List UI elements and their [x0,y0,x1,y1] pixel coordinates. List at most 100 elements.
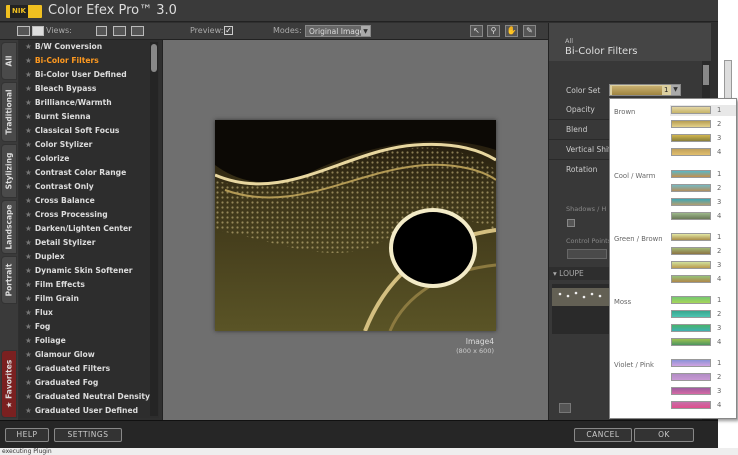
color-set-option[interactable] [671,261,711,269]
color-set-option[interactable] [671,120,711,128]
color-set-option[interactable] [671,338,711,346]
filter-item[interactable]: ★ Foliage [19,334,159,348]
filter-item[interactable]: ★ Contrast Only [19,180,159,194]
tab-stylizing[interactable]: Stylizing [1,144,17,198]
favorite-star-icon[interactable]: ★ [25,42,32,51]
color-set-option[interactable] [671,373,711,381]
view-split-vertical-icon[interactable] [113,26,126,36]
color-set-option[interactable] [671,296,711,304]
color-set-option[interactable] [671,106,711,114]
filter-item[interactable]: ★ Color Stylizer [19,138,159,152]
filter-item[interactable]: ★ Graduated Neutral Density [19,390,159,404]
filter-item[interactable]: ★ Cross Processing [19,208,159,222]
loupe-header[interactable]: ▾ LOUPE [549,267,611,280]
view-side-by-side-icon[interactable] [131,26,144,36]
color-set-option[interactable] [671,359,711,367]
favorite-star-icon[interactable]: ★ [25,98,32,107]
favorite-star-icon[interactable]: ★ [25,280,32,289]
filter-item[interactable]: ★ Bleach Bypass [19,82,159,96]
favorite-star-icon[interactable]: ★ [25,154,32,163]
filter-item[interactable]: ★ Film Grain [19,292,159,306]
filter-item[interactable]: ★ Brilliance/Warmth [19,96,159,110]
color-set-option[interactable] [671,184,711,192]
filter-item[interactable]: ★ Graduated Filters [19,362,159,376]
filter-item[interactable]: ★ Fog [19,320,159,334]
favorite-star-icon[interactable]: ★ [25,322,32,331]
filter-item[interactable]: ★ Burnt Sienna [19,110,159,124]
filter-item[interactable]: ★ Graduated User Defined [19,404,159,418]
favorite-star-icon[interactable]: ★ [25,210,32,219]
filter-item[interactable]: ★ Detail Stylizer [19,236,159,250]
color-set-option[interactable] [671,170,711,178]
filter-item[interactable]: ★ Duplex [19,250,159,264]
color-set-option[interactable] [671,134,711,142]
favorite-star-icon[interactable]: ★ [25,56,32,65]
filter-item[interactable]: ★ Bi-Color Filters [19,54,159,68]
filter-item[interactable]: ★ Glamour Glow [19,348,159,362]
favorite-star-icon[interactable]: ★ [25,294,32,303]
favorite-star-icon[interactable]: ★ [25,350,32,359]
split-view-icon[interactable] [32,26,44,36]
color-set-option[interactable] [671,401,711,409]
filter-item[interactable]: ★ Classical Soft Focus [19,124,159,138]
filter-item[interactable]: ★ Bi-Color User Defined [19,68,159,82]
filter-list-scrollbar[interactable] [150,42,158,416]
filter-item[interactable]: ★ Film Effects [19,278,159,292]
eyedropper-tool-icon[interactable]: ✎ [523,25,536,37]
color-set-option[interactable] [671,247,711,255]
color-set-option[interactable] [671,387,711,395]
favorite-star-icon[interactable]: ★ [25,126,32,135]
favorite-star-icon[interactable]: ★ [25,224,32,233]
single-view-icon[interactable] [17,26,30,36]
favorite-star-icon[interactable]: ★ [25,140,32,149]
favorite-star-icon[interactable]: ★ [25,266,32,275]
tab-landscape[interactable]: Landscape [1,200,17,254]
favorite-star-icon[interactable]: ★ [25,392,32,401]
favorite-star-icon[interactable]: ★ [25,196,32,205]
color-set-select[interactable]: 1 ▼ [609,84,681,96]
tab-favorites[interactable]: ★ Favorites [1,350,17,418]
ok-button[interactable]: OK [634,428,694,442]
filter-item[interactable]: ★ Contrast Color Range [19,166,159,180]
filter-item[interactable]: ★ Graduated Fog [19,376,159,390]
color-set-option[interactable] [671,324,711,332]
filter-item[interactable]: ★ Darken/Lighten Center [19,222,159,236]
favorite-star-icon[interactable]: ★ [25,308,32,317]
view-full-icon[interactable] [96,26,107,36]
tab-traditional[interactable]: Traditional [1,82,17,142]
filter-item[interactable]: ★ Flux [19,306,159,320]
favorite-star-icon[interactable]: ★ [25,182,32,191]
arrow-tool-icon[interactable]: ↖ [470,25,483,37]
tab-all[interactable]: All [1,42,17,80]
preview-checkbox[interactable]: ✓ [224,26,233,35]
filter-item[interactable]: ★ Dynamic Skin Softener [19,264,159,278]
help-button[interactable]: HELP [5,428,49,442]
filter-item[interactable]: ★ Cross Balance [19,194,159,208]
color-set-option[interactable] [671,233,711,241]
zoom-tool-icon[interactable]: ⚲ [487,25,500,37]
color-set-option[interactable] [671,310,711,318]
favorite-star-icon[interactable]: ★ [25,336,32,345]
color-set-option[interactable] [671,275,711,283]
color-set-option[interactable] [671,148,711,156]
favorite-star-icon[interactable]: ★ [25,364,32,373]
filter-item[interactable]: ★ B/W Conversion [19,40,159,54]
settings-button[interactable]: SETTINGS [54,428,122,442]
favorite-star-icon[interactable]: ★ [25,406,32,415]
modes-select[interactable]: Original Image ▼ [305,25,371,37]
favorite-star-icon[interactable]: ★ [25,378,32,387]
control-point-buttons[interactable] [567,249,607,259]
favorite-star-icon[interactable]: ★ [25,84,32,93]
color-set-option[interactable] [671,212,711,220]
tab-portrait[interactable]: Portrait [1,256,17,304]
favorite-star-icon[interactable]: ★ [25,70,32,79]
favorite-star-icon[interactable]: ★ [25,112,32,121]
favorite-star-icon[interactable]: ★ [25,238,32,247]
cancel-button[interactable]: CANCEL [574,428,632,442]
loupe-pin-icon[interactable] [559,403,571,413]
favorite-star-icon[interactable]: ★ [25,168,32,177]
favorite-star-icon[interactable]: ★ [25,252,32,261]
color-set-option[interactable] [671,198,711,206]
hand-tool-icon[interactable]: ✋ [505,25,518,37]
shadows-checkbox[interactable] [567,219,575,227]
